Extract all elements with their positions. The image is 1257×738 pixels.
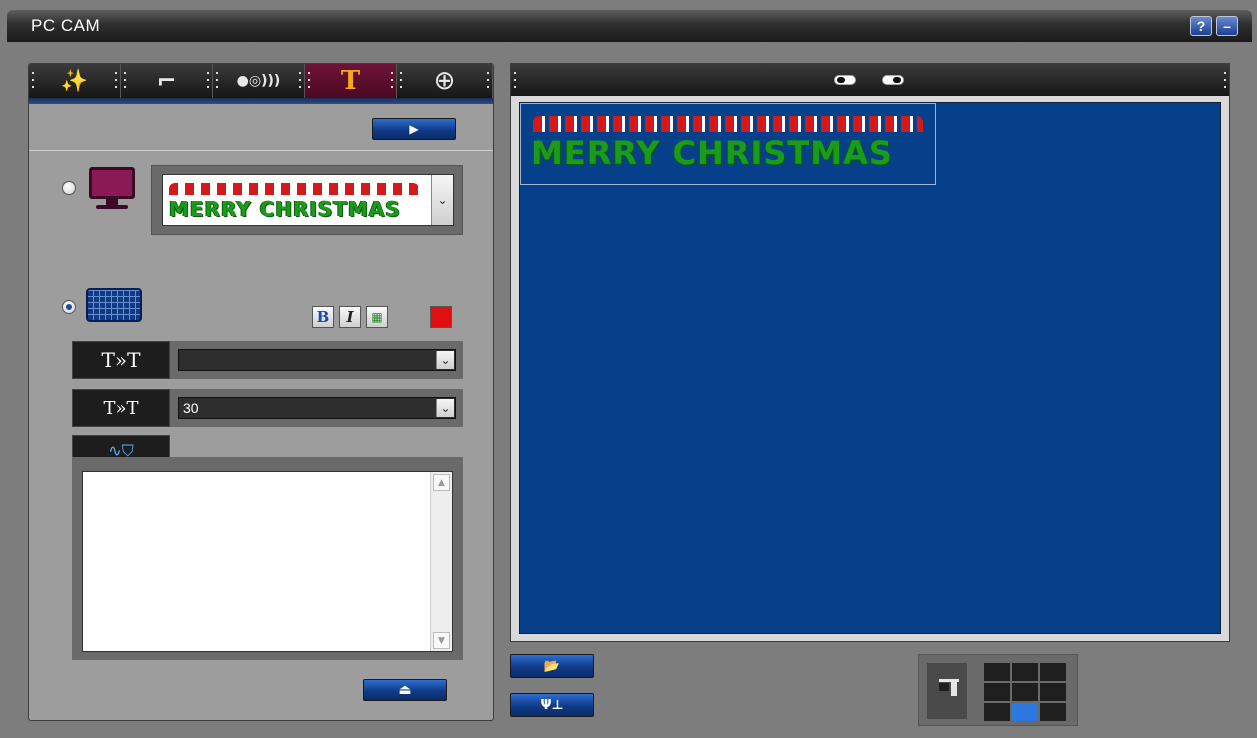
settings-button[interactable]: Ψ⊥ bbox=[510, 693, 594, 717]
custom-text-radio[interactable] bbox=[62, 300, 76, 314]
tab-sparkle-effect[interactable]: ✨ bbox=[29, 64, 121, 98]
palette-button[interactable]: ▦ bbox=[366, 306, 388, 328]
text-effects-panel: ✨ ⌐ ●◎))) T ⊕ ▶ MERRY CHRISTMAS ⌄ B I ▦ … bbox=[28, 63, 494, 721]
tab-text[interactable]: T bbox=[305, 64, 397, 98]
tab-zoom[interactable]: ⊕ bbox=[397, 64, 493, 98]
layout-selector bbox=[918, 654, 1078, 726]
font-family-wrap: ⌄ bbox=[170, 341, 463, 379]
text-input-wrap: ▲ ▼ bbox=[72, 457, 463, 660]
apply-button[interactable]: ⏏ bbox=[363, 679, 447, 701]
monitor-icon bbox=[87, 167, 137, 211]
font-size-value: 30 bbox=[183, 400, 199, 416]
open-folder-button[interactable]: 📂 bbox=[510, 654, 594, 678]
santa-hats-decoration bbox=[169, 183, 419, 195]
italic-button[interactable]: I bbox=[339, 306, 361, 328]
zoom-in-icon: ⊕ bbox=[433, 66, 456, 96]
sparkle-icon: ✨ bbox=[60, 68, 89, 94]
bold-button[interactable]: B bbox=[312, 306, 334, 328]
tools-icon: Ψ⊥ bbox=[540, 697, 564, 713]
font-family-select[interactable]: ⌄ bbox=[178, 349, 456, 371]
window-title: PC CAM bbox=[31, 16, 101, 35]
preview-banner-text: MERRY CHRISTMAS bbox=[531, 134, 893, 172]
santa-hats-decoration bbox=[533, 116, 923, 132]
chevron-down-icon[interactable]: ⌄ bbox=[436, 399, 454, 417]
preset-banner-text: MERRY CHRISTMAS bbox=[169, 197, 401, 221]
preset-banner-select[interactable]: MERRY CHRISTMAS ⌄ bbox=[162, 174, 454, 226]
scroll-up-icon[interactable]: ▲ bbox=[433, 474, 450, 491]
keyboard-icon bbox=[86, 288, 142, 322]
custom-text-input[interactable]: ▲ ▼ bbox=[82, 471, 453, 652]
main-body: ✨ ⌐ ●◎))) T ⊕ ▶ MERRY CHRISTMAS ⌄ B I ▦ … bbox=[7, 42, 1252, 738]
font-size-select[interactable]: 30 ⌄ bbox=[178, 397, 456, 419]
divider bbox=[29, 150, 493, 151]
preview-toolbar bbox=[511, 64, 1229, 96]
toggle-right-icon[interactable] bbox=[882, 75, 904, 85]
single-view-button[interactable] bbox=[927, 663, 967, 719]
help-button[interactable]: ? bbox=[1190, 16, 1212, 36]
chevron-down-icon[interactable]: ⌄ bbox=[436, 351, 454, 369]
tab-frame[interactable]: ⌐ bbox=[121, 64, 213, 98]
chevron-down-icon[interactable]: ⌄ bbox=[431, 175, 453, 225]
selected-cell[interactable] bbox=[1012, 703, 1038, 721]
preview-panel: MERRY CHRISTMAS bbox=[510, 63, 1230, 642]
scrollbar[interactable]: ▲ ▼ bbox=[430, 472, 452, 651]
tab-toggle-effect[interactable]: ●◎))) bbox=[213, 64, 305, 98]
color-swatch[interactable] bbox=[430, 306, 452, 328]
eject-upload-icon: ⏏ bbox=[398, 682, 412, 698]
scroll-down-icon[interactable]: ▼ bbox=[433, 632, 450, 649]
toggle-effect-icon: ●◎))) bbox=[236, 73, 281, 89]
grid-view-button[interactable] bbox=[984, 663, 1066, 721]
preset-banner-wrap: MERRY CHRISTMAS ⌄ bbox=[151, 165, 463, 235]
video-preview[interactable]: MERRY CHRISTMAS bbox=[519, 102, 1221, 634]
font-size-label: T»T bbox=[72, 389, 170, 427]
preset-text-radio[interactable] bbox=[62, 181, 76, 195]
play-icon: ▶ bbox=[409, 122, 419, 136]
toggle-left-icon[interactable] bbox=[834, 75, 856, 85]
frame-corner-icon: ⌐ bbox=[156, 67, 177, 95]
tab-underline bbox=[29, 98, 493, 104]
font-family-label: T»T bbox=[72, 341, 170, 379]
title-bar: PC CAM ? – bbox=[7, 10, 1252, 42]
play-button[interactable]: ▶ bbox=[372, 118, 456, 140]
effect-tabs: ✨ ⌐ ●◎))) T ⊕ bbox=[29, 64, 493, 104]
font-size-wrap: 30 ⌄ bbox=[170, 389, 463, 427]
preview-banner-box[interactable]: MERRY CHRISTMAS bbox=[520, 103, 936, 185]
text-t-icon: T bbox=[340, 66, 361, 96]
minimize-button[interactable]: – bbox=[1216, 16, 1238, 36]
folder-open-icon: 📂 bbox=[543, 658, 561, 674]
